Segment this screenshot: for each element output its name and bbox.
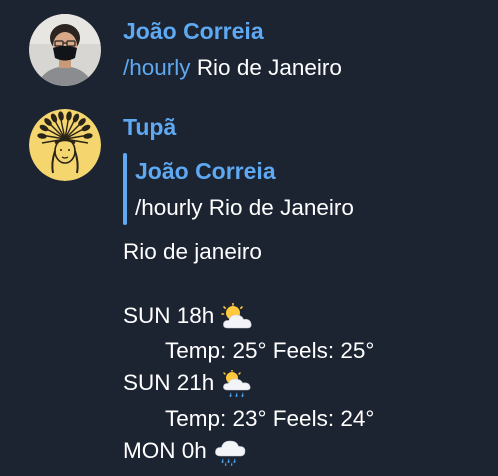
- sender-name[interactable]: João Correia: [123, 16, 264, 46]
- sun-behind-cloud-icon: [220, 303, 254, 331]
- avatar-tupa[interactable]: [29, 109, 101, 181]
- reply-quote-author[interactable]: João Correia: [135, 156, 276, 186]
- sender-name[interactable]: Tupã: [123, 112, 176, 142]
- sun-behind-rain-cloud-icon: [220, 370, 254, 398]
- reply-quote-text[interactable]: /hourly Rio de Janeiro: [135, 193, 354, 223]
- forecast-details: Temp: 25° Feels: 25°: [165, 338, 375, 363]
- avatar-joao-correia[interactable]: [29, 14, 101, 86]
- cloud-with-rain-icon: [213, 438, 247, 466]
- message-text: /hourly Rio de Janeiro: [123, 53, 342, 83]
- person-with-mask-avatar: [29, 14, 101, 86]
- command-argument: Rio de Janeiro: [196, 55, 342, 80]
- bot-command-link[interactable]: /hourly: [123, 55, 191, 80]
- forecast-city: Rio de janeiro: [123, 239, 262, 264]
- forecast-time: SUN 21h: [123, 370, 215, 395]
- forecast-time-row: SUN 18h: [123, 301, 254, 331]
- forecast-time: MON 0h: [123, 438, 207, 463]
- forecast-time-row: SUN 21h: [123, 368, 254, 398]
- indian-headdress-avatar: [29, 109, 101, 181]
- forecast-time-row: MON 0h: [123, 436, 247, 466]
- forecast-time: SUN 18h: [123, 303, 215, 328]
- reply-quote-bar: [123, 153, 127, 225]
- forecast-details: Temp: 23° Feels: 24°: [165, 406, 375, 431]
